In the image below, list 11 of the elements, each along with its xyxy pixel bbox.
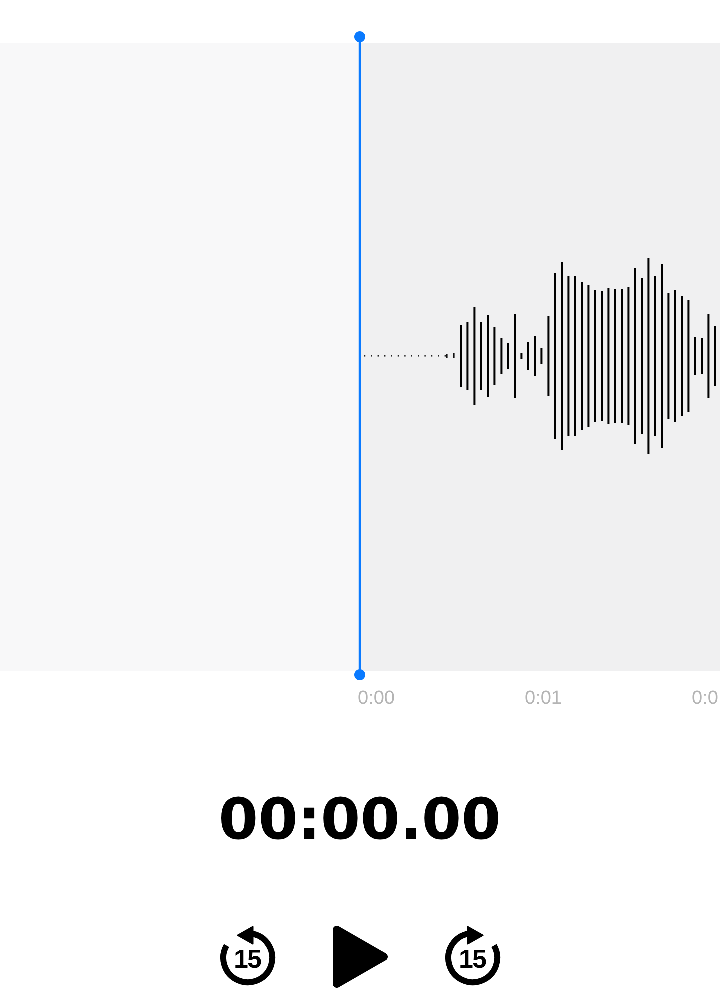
elapsed-time: 00:00.00: [218, 792, 502, 849]
play-button[interactable]: [332, 926, 388, 988]
playhead[interactable]: [354, 31, 366, 681]
time-label: 0:00: [358, 688, 395, 709]
clockwise-arrow-icon: [444, 926, 500, 986]
play-icon: [332, 926, 388, 988]
skip-back-button[interactable]: 15: [220, 926, 276, 986]
counterclockwise-arrow-icon: [220, 926, 276, 986]
skip-forward-button[interactable]: 15: [444, 926, 500, 986]
time-label: 0:0: [692, 688, 718, 709]
time-label: 0:01: [525, 688, 562, 709]
